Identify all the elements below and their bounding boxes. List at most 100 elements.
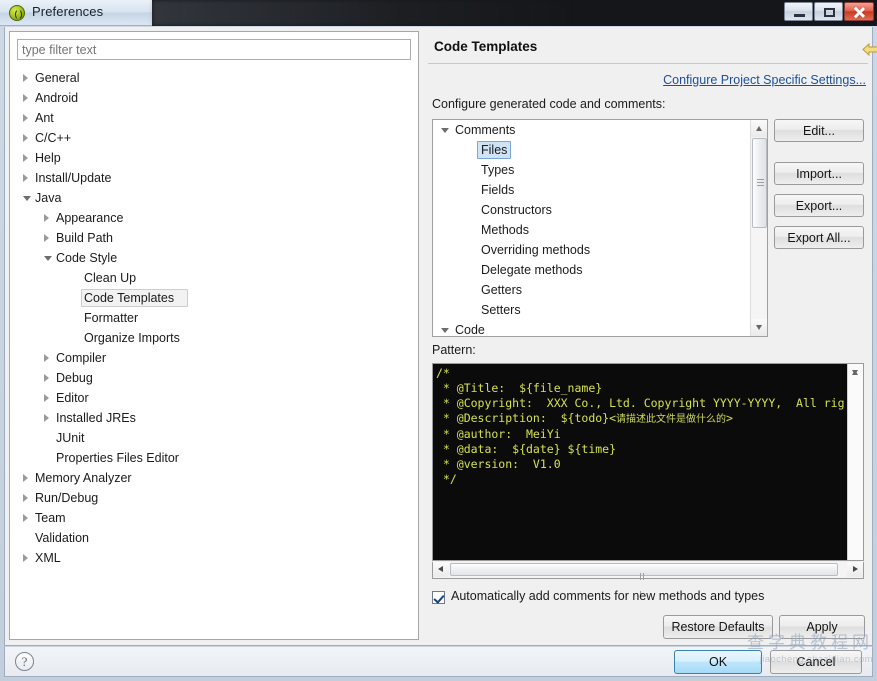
sidebar-item-clean-up[interactable]: Clean Up (10, 268, 418, 288)
sidebar-item-help[interactable]: Help (10, 148, 418, 168)
scroll-down-icon[interactable] (751, 319, 767, 336)
sidebar-item-organize-imports[interactable]: Organize Imports (10, 328, 418, 348)
template-item-constructors[interactable]: Constructors (433, 200, 751, 220)
chevron-right-icon[interactable] (44, 374, 49, 382)
sidebar-item-memory-analyzer[interactable]: Memory Analyzer (10, 468, 418, 488)
sidebar-item-c-c[interactable]: C/C++ (10, 128, 418, 148)
template-item-label: Constructors (481, 203, 552, 217)
template-list-scrollbar[interactable] (750, 120, 767, 336)
chevron-right-icon[interactable] (23, 554, 28, 562)
horizontal-scrollbar-thumb[interactable] (450, 563, 838, 598)
chevron-right-icon[interactable] (23, 114, 28, 122)
template-item-label: Types (481, 163, 515, 177)
template-item-types[interactable]: Types (433, 160, 751, 180)
sidebar-item-xml[interactable]: XML (10, 548, 418, 568)
cancel-button[interactable]: Cancel (770, 650, 862, 674)
sidebar-item-code-style[interactable]: Code Style (10, 248, 418, 268)
filter-input[interactable] (17, 39, 411, 60)
apply-button[interactable]: Apply (779, 615, 865, 639)
template-item-code[interactable]: Code (433, 320, 751, 336)
sidebar-item-properties-files-editor[interactable]: Properties Files Editor (10, 448, 418, 468)
sidebar-item-general[interactable]: General (10, 68, 418, 88)
scroll-up-icon[interactable] (751, 120, 767, 137)
sidebar-item-team[interactable]: Team (10, 508, 418, 528)
chevron-right-icon[interactable] (23, 514, 28, 522)
sidebar-item-code-templates[interactable]: Code Templates (10, 288, 418, 308)
checkbox-icon[interactable] (432, 591, 445, 604)
import-button[interactable]: Import... (774, 162, 864, 185)
sidebar-item-install-update[interactable]: Install/Update (10, 168, 418, 188)
sidebar-item-appearance[interactable]: Appearance (10, 208, 418, 228)
edit-button[interactable]: Edit... (774, 119, 864, 142)
chevron-right-icon[interactable] (23, 474, 28, 482)
sidebar-item-java[interactable]: Java (10, 188, 418, 208)
sidebar-item-installed-jres[interactable]: Installed JREs (10, 408, 418, 428)
sidebar-item-android[interactable]: Android (10, 88, 418, 108)
chevron-down-icon[interactable] (23, 196, 31, 201)
sidebar-item-formatter[interactable]: Formatter (10, 308, 418, 328)
export-all-button[interactable]: Export All... (774, 226, 864, 249)
sidebar-item-label: Ant (35, 111, 54, 125)
close-button[interactable] (844, 2, 874, 21)
template-item-files[interactable]: Files (433, 140, 751, 160)
template-item-methods[interactable]: Methods (433, 220, 751, 240)
pattern-vertical-scrollbar[interactable] (847, 364, 863, 560)
restore-defaults-button[interactable]: Restore Defaults (663, 615, 773, 639)
sidebar-item-label: C/C++ (35, 131, 72, 145)
title-bar-background-blur (152, 0, 572, 26)
chevron-right-icon[interactable] (23, 494, 28, 502)
sidebar-item-label: Validation (35, 531, 89, 545)
chevron-right-icon[interactable] (44, 354, 49, 362)
pattern-preview[interactable]: /* * @Title: ${file_name} * @Copyright: … (432, 363, 864, 561)
back-arrow-icon[interactable] (862, 43, 877, 56)
chevron-down-icon[interactable] (441, 328, 449, 333)
template-item-label: Getters (481, 283, 522, 297)
chevron-right-icon[interactable] (23, 174, 28, 182)
sidebar-item-label: JUnit (56, 431, 85, 445)
scroll-left-icon[interactable] (433, 562, 449, 577)
template-list-items[interactable]: Comments Files Types Fields Constructors Meth… (433, 120, 751, 336)
configure-project-specific-settings-link[interactable]: Configure Project Specific Settings... (663, 73, 866, 87)
chevron-right-icon[interactable] (23, 94, 28, 102)
template-item-comments[interactable]: Comments (433, 120, 751, 140)
sidebar-item-label: Java (35, 191, 62, 205)
sidebar-item-compiler[interactable]: Compiler (10, 348, 418, 368)
auto-add-comments-label: Automatically add comments for new metho… (451, 589, 765, 603)
pattern-horizontal-scrollbar[interactable] (432, 562, 864, 598)
sidebar-item-ant[interactable]: Ant (10, 108, 418, 128)
chevron-right-icon[interactable] (23, 134, 28, 142)
preferences-tree[interactable]: General Android Ant C/C++ Help Install/Update… (10, 68, 418, 639)
chevron-right-icon[interactable] (44, 214, 49, 222)
chevron-right-icon[interactable] (44, 394, 49, 402)
template-item-setters[interactable]: Setters (433, 300, 751, 320)
scroll-right-icon[interactable] (847, 562, 863, 577)
template-item-getters[interactable]: Getters (433, 280, 751, 300)
template-item-fields[interactable]: Fields (433, 180, 751, 200)
ok-button[interactable]: OK (674, 650, 762, 674)
sidebar-item-debug[interactable]: Debug (10, 368, 418, 388)
sidebar-item-build-path[interactable]: Build Path (10, 228, 418, 248)
template-item-overriding-methods[interactable]: Overriding methods (433, 240, 751, 260)
chevron-down-icon[interactable] (441, 128, 449, 133)
template-item-label: Comments (455, 123, 516, 137)
chevron-down-icon[interactable] (44, 256, 52, 261)
sidebar-item-validation[interactable]: Validation (10, 528, 418, 548)
sidebar-item-run-debug[interactable]: Run/Debug (10, 488, 418, 508)
template-item-label: Overriding methods (481, 243, 591, 257)
sidebar-item-label: Memory Analyzer (35, 471, 132, 485)
minimize-button[interactable] (784, 2, 813, 21)
chevron-right-icon[interactable] (23, 154, 28, 162)
help-icon[interactable]: ? (15, 652, 34, 671)
template-item-label: Methods (481, 223, 529, 237)
maximize-button[interactable] (814, 2, 843, 21)
chevron-right-icon[interactable] (44, 414, 49, 422)
sidebar-item-label: XML (35, 551, 61, 565)
sidebar-item-editor[interactable]: Editor (10, 388, 418, 408)
template-item-delegate-methods[interactable]: Delegate methods (433, 260, 751, 280)
template-list[interactable]: Comments Files Types Fields Constructors Meth… (432, 119, 768, 337)
sidebar-item-junit[interactable]: JUnit (10, 428, 418, 448)
export-button[interactable]: Export... (774, 194, 864, 217)
chevron-right-icon[interactable] (44, 234, 49, 242)
scrollbar-thumb[interactable] (752, 138, 767, 228)
chevron-right-icon[interactable] (23, 74, 28, 82)
